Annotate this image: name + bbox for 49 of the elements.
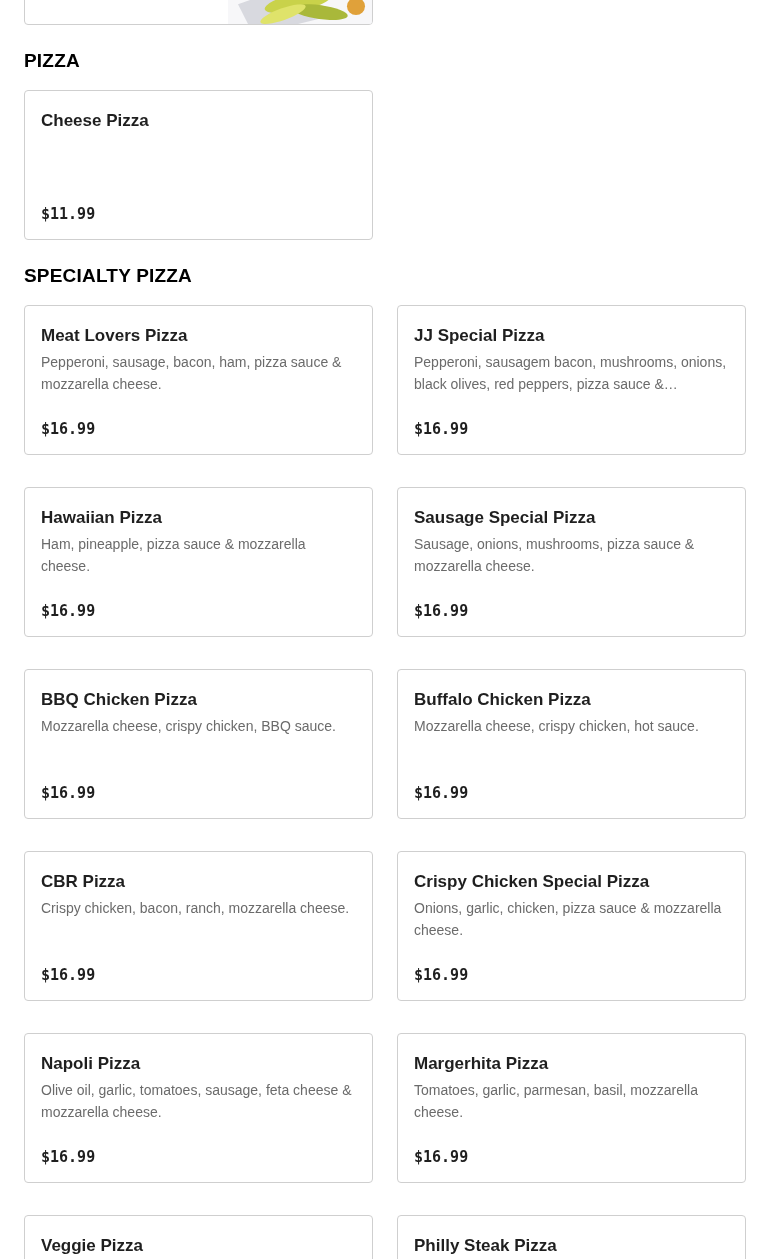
item-description: Mozzarella cheese, crispy chicken, BBQ sauce. (41, 717, 337, 736)
menu-item-card[interactable]: Veggie Pizza (24, 1215, 373, 1259)
item-price: $16.99 (41, 1147, 97, 1167)
menu-item-card[interactable]: CBR Pizza Crispy chicken, bacon, ranch, mozzarella cheese. $16.99 (24, 851, 373, 1001)
item-name: Meat Lovers Pizza (41, 325, 189, 347)
item-price: $16.99 (41, 419, 97, 439)
item-price: $16.99 (414, 601, 470, 621)
item-name: BBQ Chicken Pizza (41, 689, 198, 711)
menu-item-card[interactable]: Margerhita Pizza Tomatoes, garlic, parmesan, basil, mozzarella cheese. $16.99 (397, 1033, 746, 1183)
section-heading: SPECIALTY PIZZA (24, 264, 194, 288)
menu-item-card[interactable]: Cheese Pizza $11.99 (24, 90, 373, 240)
section-heading: PIZZA (24, 49, 81, 73)
menu-item-card[interactable]: Meat Lovers Pizza Pepperoni, sausage, bacon, ham, pizza sauce & mozzarella cheese. $16.99 (24, 305, 373, 455)
item-name: CBR Pizza (41, 871, 127, 893)
menu-item-card[interactable]: BBQ Chicken Pizza Mozzarella cheese, crispy chicken, BBQ sauce. $16.99 (24, 669, 373, 819)
item-price: $16.99 (41, 965, 97, 985)
item-description: Ham, pineapple, pizza sauce & mozzarella cheese. (41, 535, 307, 576)
item-name: Sausage Special Pizza (414, 507, 597, 529)
menu-item-card[interactable]: Buffalo Chicken Pizza Mozzarella cheese, crispy chicken, hot sauce. $16.99 (397, 669, 746, 819)
item-description: Tomatoes, garlic, parmesan, basil, mozzarella cheese. (414, 1081, 699, 1122)
item-price: $11.99 (41, 204, 97, 224)
item-name: Buffalo Chicken Pizza (414, 689, 592, 711)
item-name: Cheese Pizza (41, 110, 150, 132)
item-name: JJ Special Pizza (414, 325, 546, 347)
menu-item-card[interactable]: Crispy Chicken Special Pizza Onions, garlic, chicken, pizza sauce & mozzarella cheese. $16.99 (397, 851, 746, 1001)
item-price: $16.99 (414, 419, 470, 439)
menu-item-card[interactable]: JJ Special Pizza Pepperoni, sausagem bacon, mushrooms, onions, black olives, red peppers, pizza sauce &… $16.99 (397, 305, 746, 455)
item-name: Veggie Pizza (41, 1235, 145, 1257)
item-name: Napoli Pizza (41, 1053, 142, 1075)
item-description: Crispy chicken, bacon, ranch, mozzarella cheese. (41, 899, 351, 918)
menu-item-card[interactable]: Hawaiian Pizza Ham, pineapple, pizza sauce & mozzarella cheese. $16.99 (24, 487, 373, 637)
menu-item-card[interactable]: Philly Steak Pizza (397, 1215, 746, 1259)
item-description: Sausage, onions, mushrooms, pizza sauce & mozzarella cheese. (414, 535, 696, 576)
item-description: Mozzarella cheese, crispy chicken, hot sauce. (414, 717, 700, 736)
item-description: Pepperoni, sausage, bacon, ham, pizza sauce & mozzarella cheese. (41, 353, 343, 394)
item-description: Onions, garlic, chicken, pizza sauce & mozzarella cheese. (414, 899, 723, 940)
item-price: $16.99 (414, 783, 470, 803)
item-name: Hawaiian Pizza (41, 507, 163, 529)
item-price: $16.99 (414, 965, 470, 985)
item-description: Pepperoni, sausagem bacon, mushrooms, onions, black olives, red peppers, pizza sauce &… (414, 353, 728, 394)
menu-item-card[interactable]: Sausage Special Pizza Sausage, onions, mushrooms, pizza sauce & mozzarella cheese. $16.99 (397, 487, 746, 637)
item-name: Crispy Chicken Special Pizza (414, 871, 651, 893)
item-name: Margerhita Pizza (414, 1053, 550, 1075)
item-price: $16.99 (41, 783, 97, 803)
item-description: Olive oil, garlic, tomatoes, sausage, feta cheese & mozzarella cheese. (41, 1081, 353, 1122)
item-price: $16.99 (414, 1147, 470, 1167)
item-price: $16.99 (41, 601, 97, 621)
item-name: Philly Steak Pizza (414, 1235, 558, 1257)
menu-item-card[interactable]: Napoli Pizza Olive oil, garlic, tomatoes, sausage, feta cheese & mozzarella cheese. $16.99 (24, 1033, 373, 1183)
